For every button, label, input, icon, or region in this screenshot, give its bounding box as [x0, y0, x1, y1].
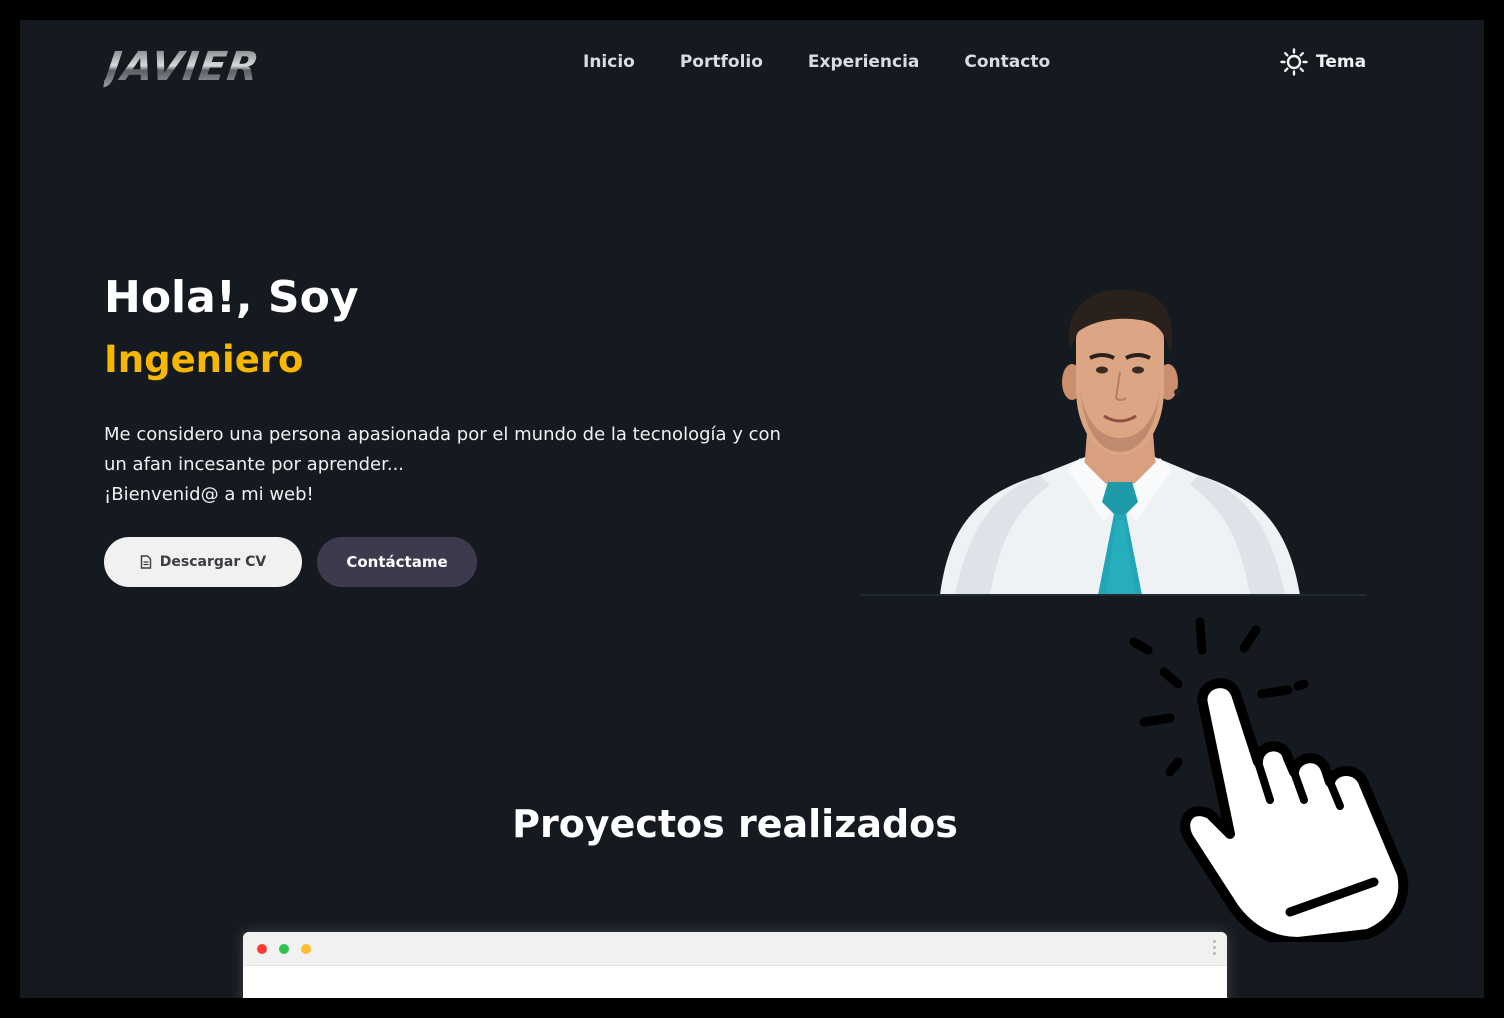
- hero-greeting: Hola!, Soy: [104, 272, 359, 323]
- close-dot-icon: [257, 944, 267, 954]
- maximize-dot-icon: [279, 944, 289, 954]
- description-line: un afan incesante por aprender...: [104, 454, 405, 475]
- project-preview-card[interactable]: [243, 932, 1227, 998]
- pointing-hand-icon: [1129, 617, 1409, 942]
- kebab-menu-icon[interactable]: [1213, 940, 1217, 958]
- sun-icon: [1280, 48, 1308, 76]
- description-line: ¡Bienvenid@ a mi web!: [104, 484, 314, 505]
- site-logo[interactable]: JAVIER: [103, 44, 263, 92]
- nav-link-contacto[interactable]: Contacto: [964, 52, 1050, 72]
- theme-toggle-button[interactable]: Tema: [1280, 48, 1366, 76]
- nav-link-experiencia[interactable]: Experiencia: [808, 52, 920, 72]
- document-icon: [140, 555, 151, 569]
- contact-me-button[interactable]: Contáctame: [317, 537, 477, 587]
- theme-label: Tema: [1316, 52, 1367, 72]
- nav-link-inicio[interactable]: Inicio: [583, 52, 635, 72]
- download-cv-button[interactable]: Descargar CV: [104, 537, 302, 587]
- hero-role: Ingeniero: [104, 338, 304, 381]
- hero-description: Me considero una persona apasionada por …: [104, 420, 824, 510]
- profile-photo: [940, 289, 1300, 595]
- description-line: Me considero una persona apasionada por …: [104, 424, 781, 445]
- download-cv-label: Descargar CV: [159, 554, 267, 570]
- minimize-dot-icon: [301, 944, 311, 954]
- main-nav: Inicio Portfolio Experiencia Contacto: [583, 52, 1050, 72]
- nav-link-portfolio[interactable]: Portfolio: [680, 52, 763, 72]
- portrait-divider: [860, 594, 1366, 596]
- browser-bar: [243, 932, 1227, 966]
